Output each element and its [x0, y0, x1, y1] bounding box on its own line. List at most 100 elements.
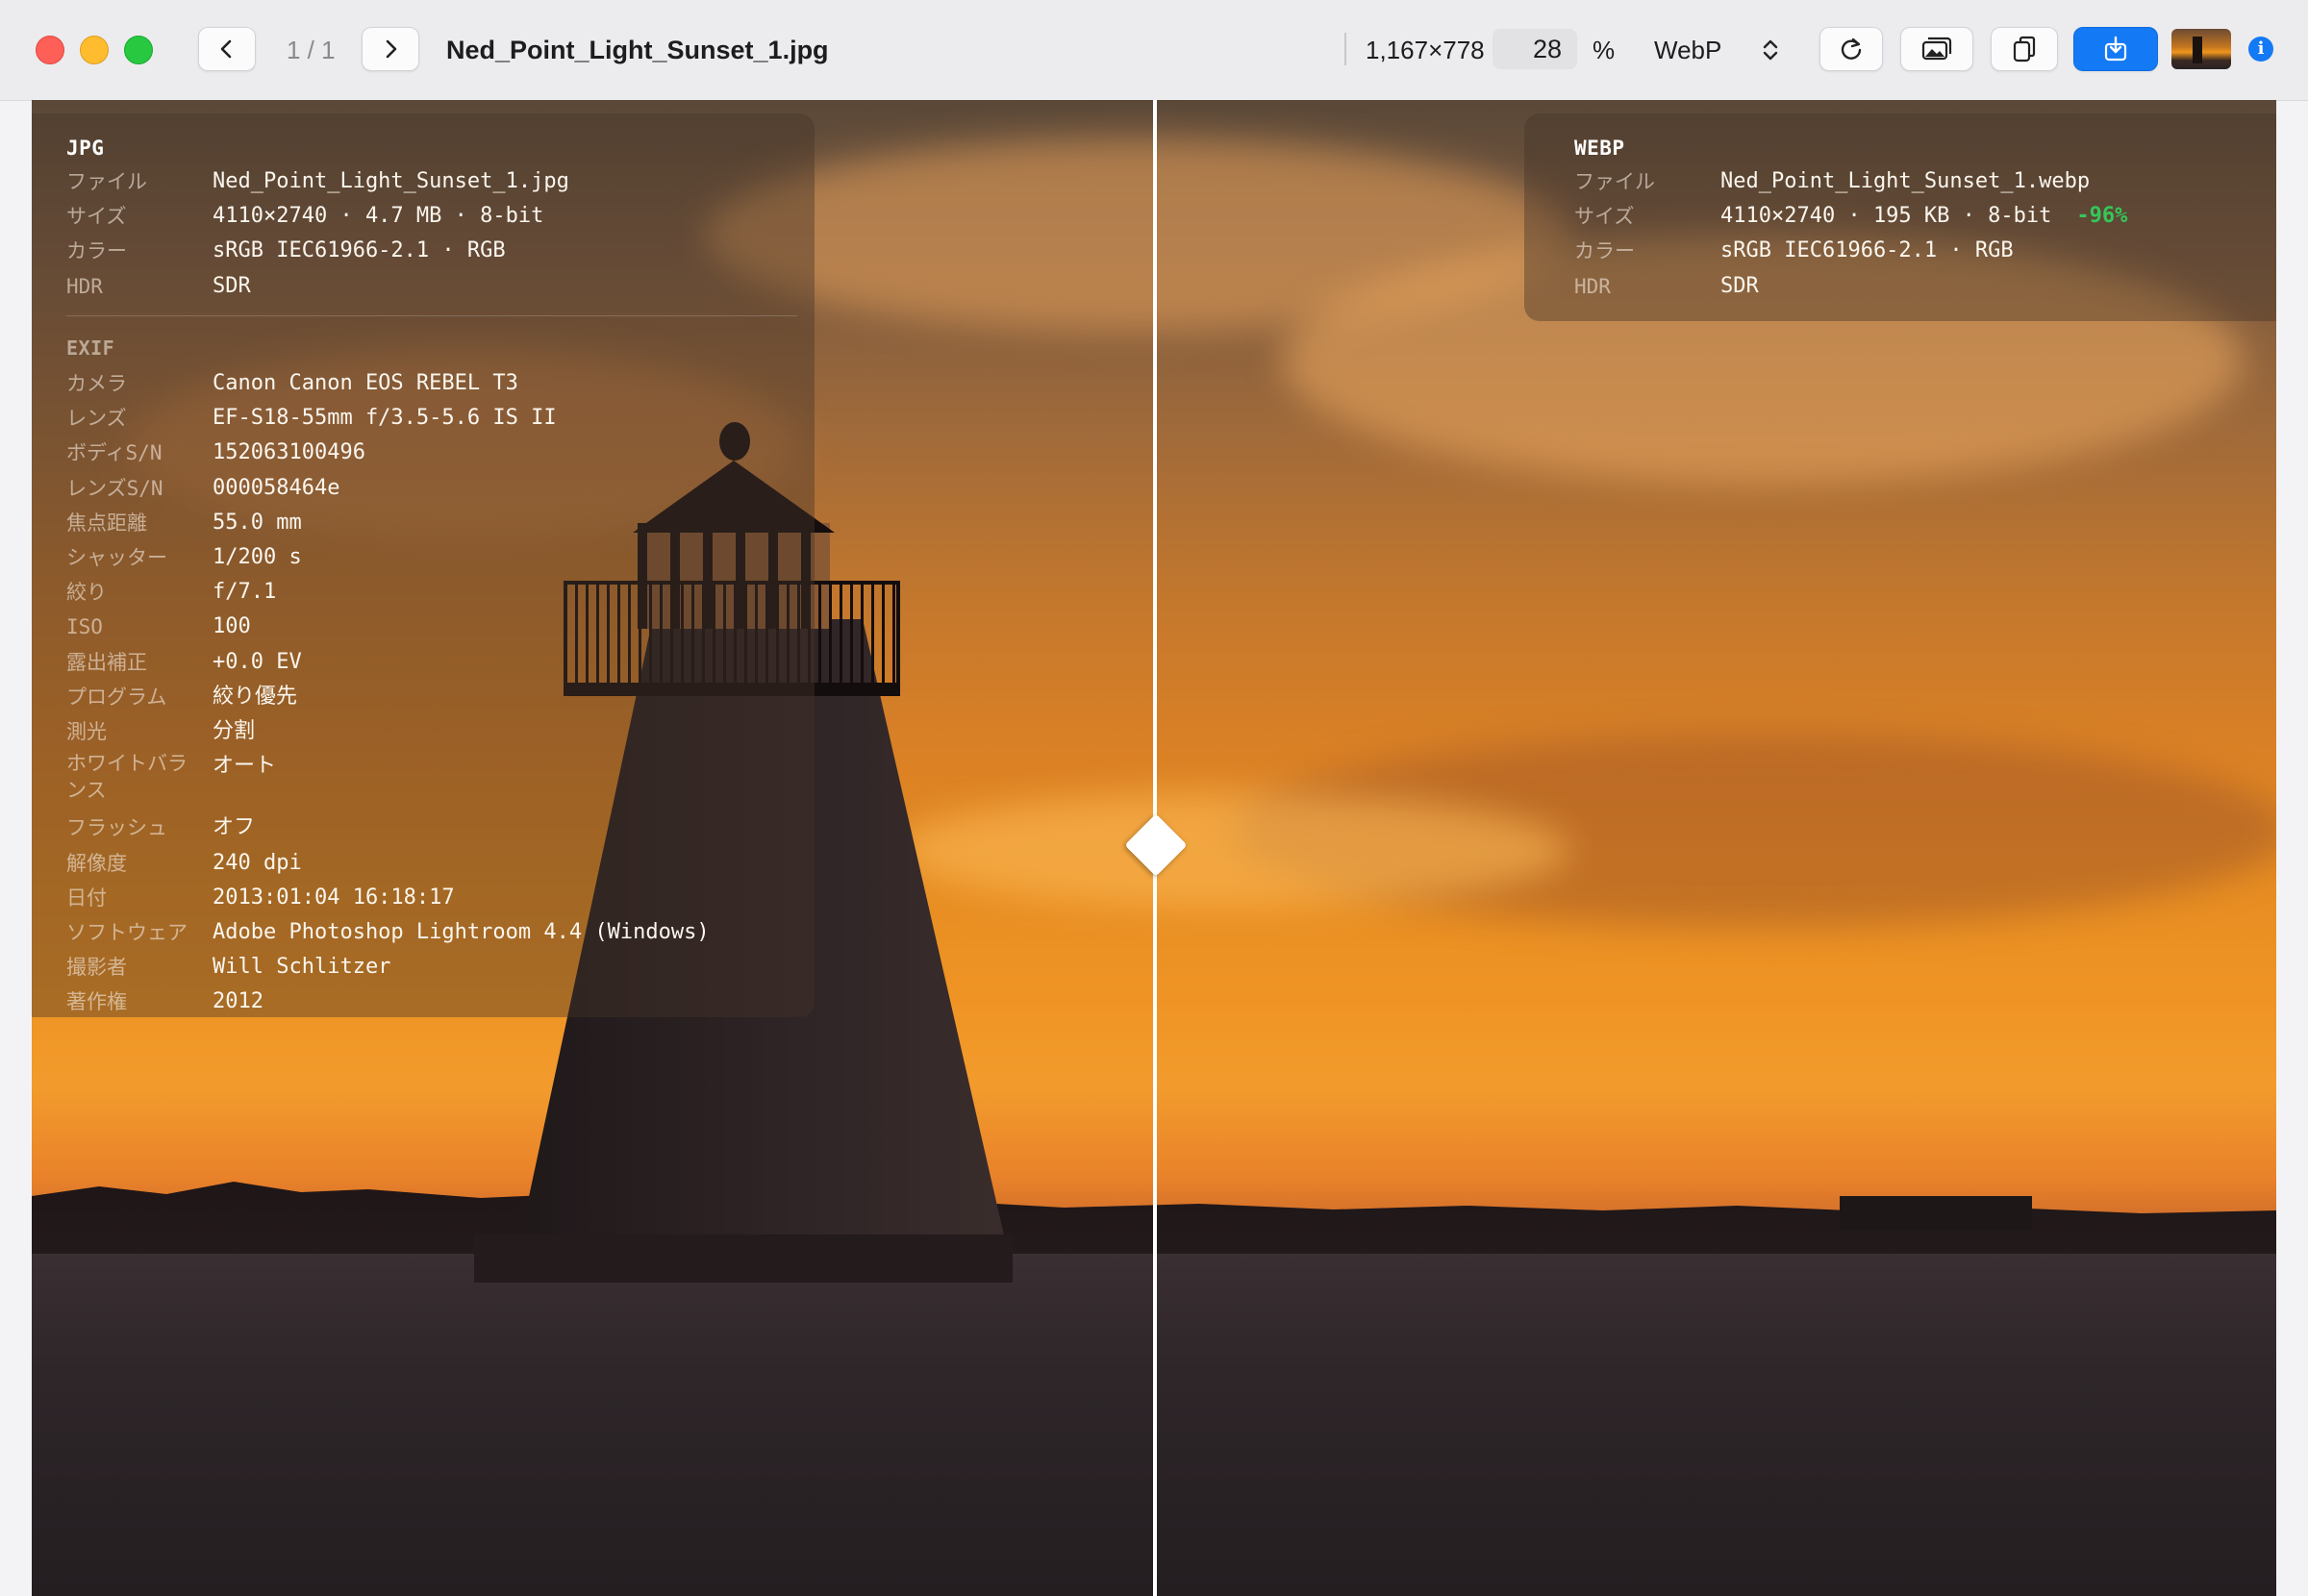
original-info-panel: JPG ファイル Ned_Point_Light_Sunset_1.jpg サイズ 4… — [32, 113, 815, 1017]
info-value-text: 000058464e — [213, 475, 340, 500]
info-value-text: 分割 — [213, 719, 256, 743]
info-label: サイズ — [1574, 205, 1635, 229]
info-value-text: sRGB IEC61966-2.1 · RGB — [213, 238, 506, 263]
info-value: 分割 — [213, 715, 255, 748]
copy-icon — [2013, 36, 2036, 62]
info-label: 絞り — [66, 581, 107, 605]
lighthouse-base — [474, 1234, 1013, 1283]
info-value: 4110×2740 · 4.7 MB · 8-bit — [213, 200, 543, 233]
photos-icon — [1921, 37, 1952, 61]
info-value: Canon Canon EOS REBEL T3 — [213, 367, 518, 400]
download-icon — [2104, 36, 2127, 62]
info-label: カラー — [66, 239, 127, 263]
info-value-text: sRGB IEC61966-2.1 · RGB — [1720, 238, 2014, 263]
info-value-text: 2013:01:04 16:18:17 — [213, 885, 455, 910]
original-format-header: JPG — [66, 137, 105, 160]
converted-info-panel: WEBP ファイル Ned_Point_Light_Sunset_1.webp サイ… — [1524, 113, 2276, 321]
rotate-button[interactable] — [1819, 27, 1883, 71]
info-label: サイズ — [66, 205, 127, 229]
info-value: sRGB IEC61966-2.1 · RGB — [213, 235, 506, 267]
info-value-text: +0.0 EV — [213, 649, 302, 674]
toolbar-divider — [1344, 33, 1346, 65]
info-value-text: EF-S18-55mm f/3.5-5.6 IS II — [213, 406, 557, 431]
info-label: ソフトウェア — [66, 921, 188, 944]
info-value-text: 55.0 mm — [213, 510, 302, 535]
info-value-text: 240 dpi — [213, 850, 302, 875]
exif-header: EXIF — [66, 337, 115, 360]
info-value: 絞り優先 — [213, 681, 297, 713]
info-value: Will Schlitzer — [213, 951, 390, 984]
info-value: オフ — [213, 811, 255, 844]
info-value-text: 100 — [213, 614, 251, 639]
info-label: HDR — [1574, 274, 1611, 298]
info-label: レンズS/N — [66, 476, 163, 500]
info-value-text: オフ — [213, 815, 256, 840]
info-value: 100 — [213, 611, 251, 643]
info-value-text: SDR — [213, 273, 251, 298]
chevron-right-icon — [386, 39, 397, 59]
info-value: 152063100496 — [213, 436, 365, 469]
zoom-window-button[interactable] — [124, 36, 153, 64]
converted-format-header: WEBP — [1574, 137, 1625, 160]
info-value-text: Will Schlitzer — [213, 955, 391, 980]
app-window: 1 / 1 Ned_Point_Light_Sunset_1.jpg 1,167… — [0, 0, 2308, 1596]
info-label: シャッター — [66, 546, 167, 569]
export-button[interactable] — [2073, 27, 2158, 71]
info-label: 焦点距離 — [66, 511, 147, 535]
output-dimensions: 1,167×778 — [1366, 36, 1485, 64]
info-value: SDR — [1720, 270, 1759, 303]
info-label: 日付 — [66, 885, 107, 910]
photo-bench — [1840, 1196, 2032, 1231]
compare-canvas[interactable]: JPG ファイル Ned_Point_Light_Sunset_1.jpg サイズ 4… — [32, 100, 2276, 1596]
info-value: f/7.1 — [213, 576, 276, 609]
zoom-input[interactable]: 28 — [1493, 29, 1577, 69]
zoom-unit: % — [1593, 36, 1616, 64]
gallery-button[interactable] — [1900, 27, 1973, 71]
info-icon[interactable]: i — [2248, 37, 2273, 62]
info-value: Ned_Point_Light_Sunset_1.webp — [1720, 165, 2090, 198]
info-value-text: Canon Canon EOS REBEL T3 — [213, 371, 518, 395]
info-value-text: 1/200 s — [213, 545, 302, 569]
copy-button[interactable] — [1991, 27, 2058, 71]
info-label: 測光 — [66, 720, 107, 743]
image-thumbnail[interactable] — [2171, 29, 2231, 69]
info-value-text: Ned_Point_Light_Sunset_1.jpg — [213, 169, 569, 193]
info-label: ボディS/N — [66, 441, 163, 465]
info-label: ISO — [66, 615, 103, 639]
info-label: レンズ — [66, 407, 127, 431]
info-label: カメラ — [66, 372, 127, 395]
info-value: オート — [213, 750, 276, 783]
info-value: 2012 — [213, 985, 263, 1018]
info-value-text: Adobe Photoshop Lightroom 4.4 (Windows) — [213, 920, 710, 944]
info-value: EF-S18-55mm f/3.5-5.6 IS II — [213, 402, 557, 435]
info-value-text: 152063100496 — [213, 440, 365, 465]
format-select[interactable]: WebP — [1654, 29, 1721, 71]
toolbar: 1 / 1 Ned_Point_Light_Sunset_1.jpg 1,167… — [0, 0, 2308, 101]
info-value-text: 4110×2740 · 195 KB · 8-bit — [1720, 204, 2052, 229]
chevron-updown-icon[interactable] — [1758, 37, 1783, 63]
info-label: HDR — [66, 274, 103, 298]
info-label: ファイル — [66, 170, 147, 193]
close-window-button[interactable] — [36, 36, 64, 64]
window-title: Ned_Point_Light_Sunset_1.jpg — [446, 36, 829, 64]
section-divider — [66, 315, 797, 316]
info-value-text: オート — [213, 754, 277, 779]
info-value-text: 2012 — [213, 989, 263, 1014]
info-value: 2013:01:04 16:18:17 — [213, 882, 455, 914]
info-value-text: 4110×2740 · 4.7 MB · 8-bit — [213, 204, 544, 229]
info-value-text: 絞り優先 — [213, 684, 298, 709]
info-value: 240 dpi — [213, 847, 302, 880]
info-label: フラッシュ — [66, 816, 167, 840]
previous-image-button[interactable] — [198, 27, 256, 71]
info-value: 000058464e — [213, 472, 339, 505]
chevron-left-icon — [220, 39, 232, 59]
next-image-button[interactable] — [362, 27, 419, 71]
info-value: Ned_Point_Light_Sunset_1.jpg — [213, 165, 569, 198]
info-label: 露出補正 — [66, 650, 147, 674]
minimize-window-button[interactable] — [80, 36, 109, 64]
info-label: 著作権 — [66, 990, 127, 1014]
photo-cloud — [897, 792, 1570, 908]
info-value-text: SDR — [1720, 273, 1759, 298]
info-value: sRGB IEC61966-2.1 · RGB — [1720, 235, 2014, 267]
image-counter: 1 / 1 — [287, 36, 336, 64]
